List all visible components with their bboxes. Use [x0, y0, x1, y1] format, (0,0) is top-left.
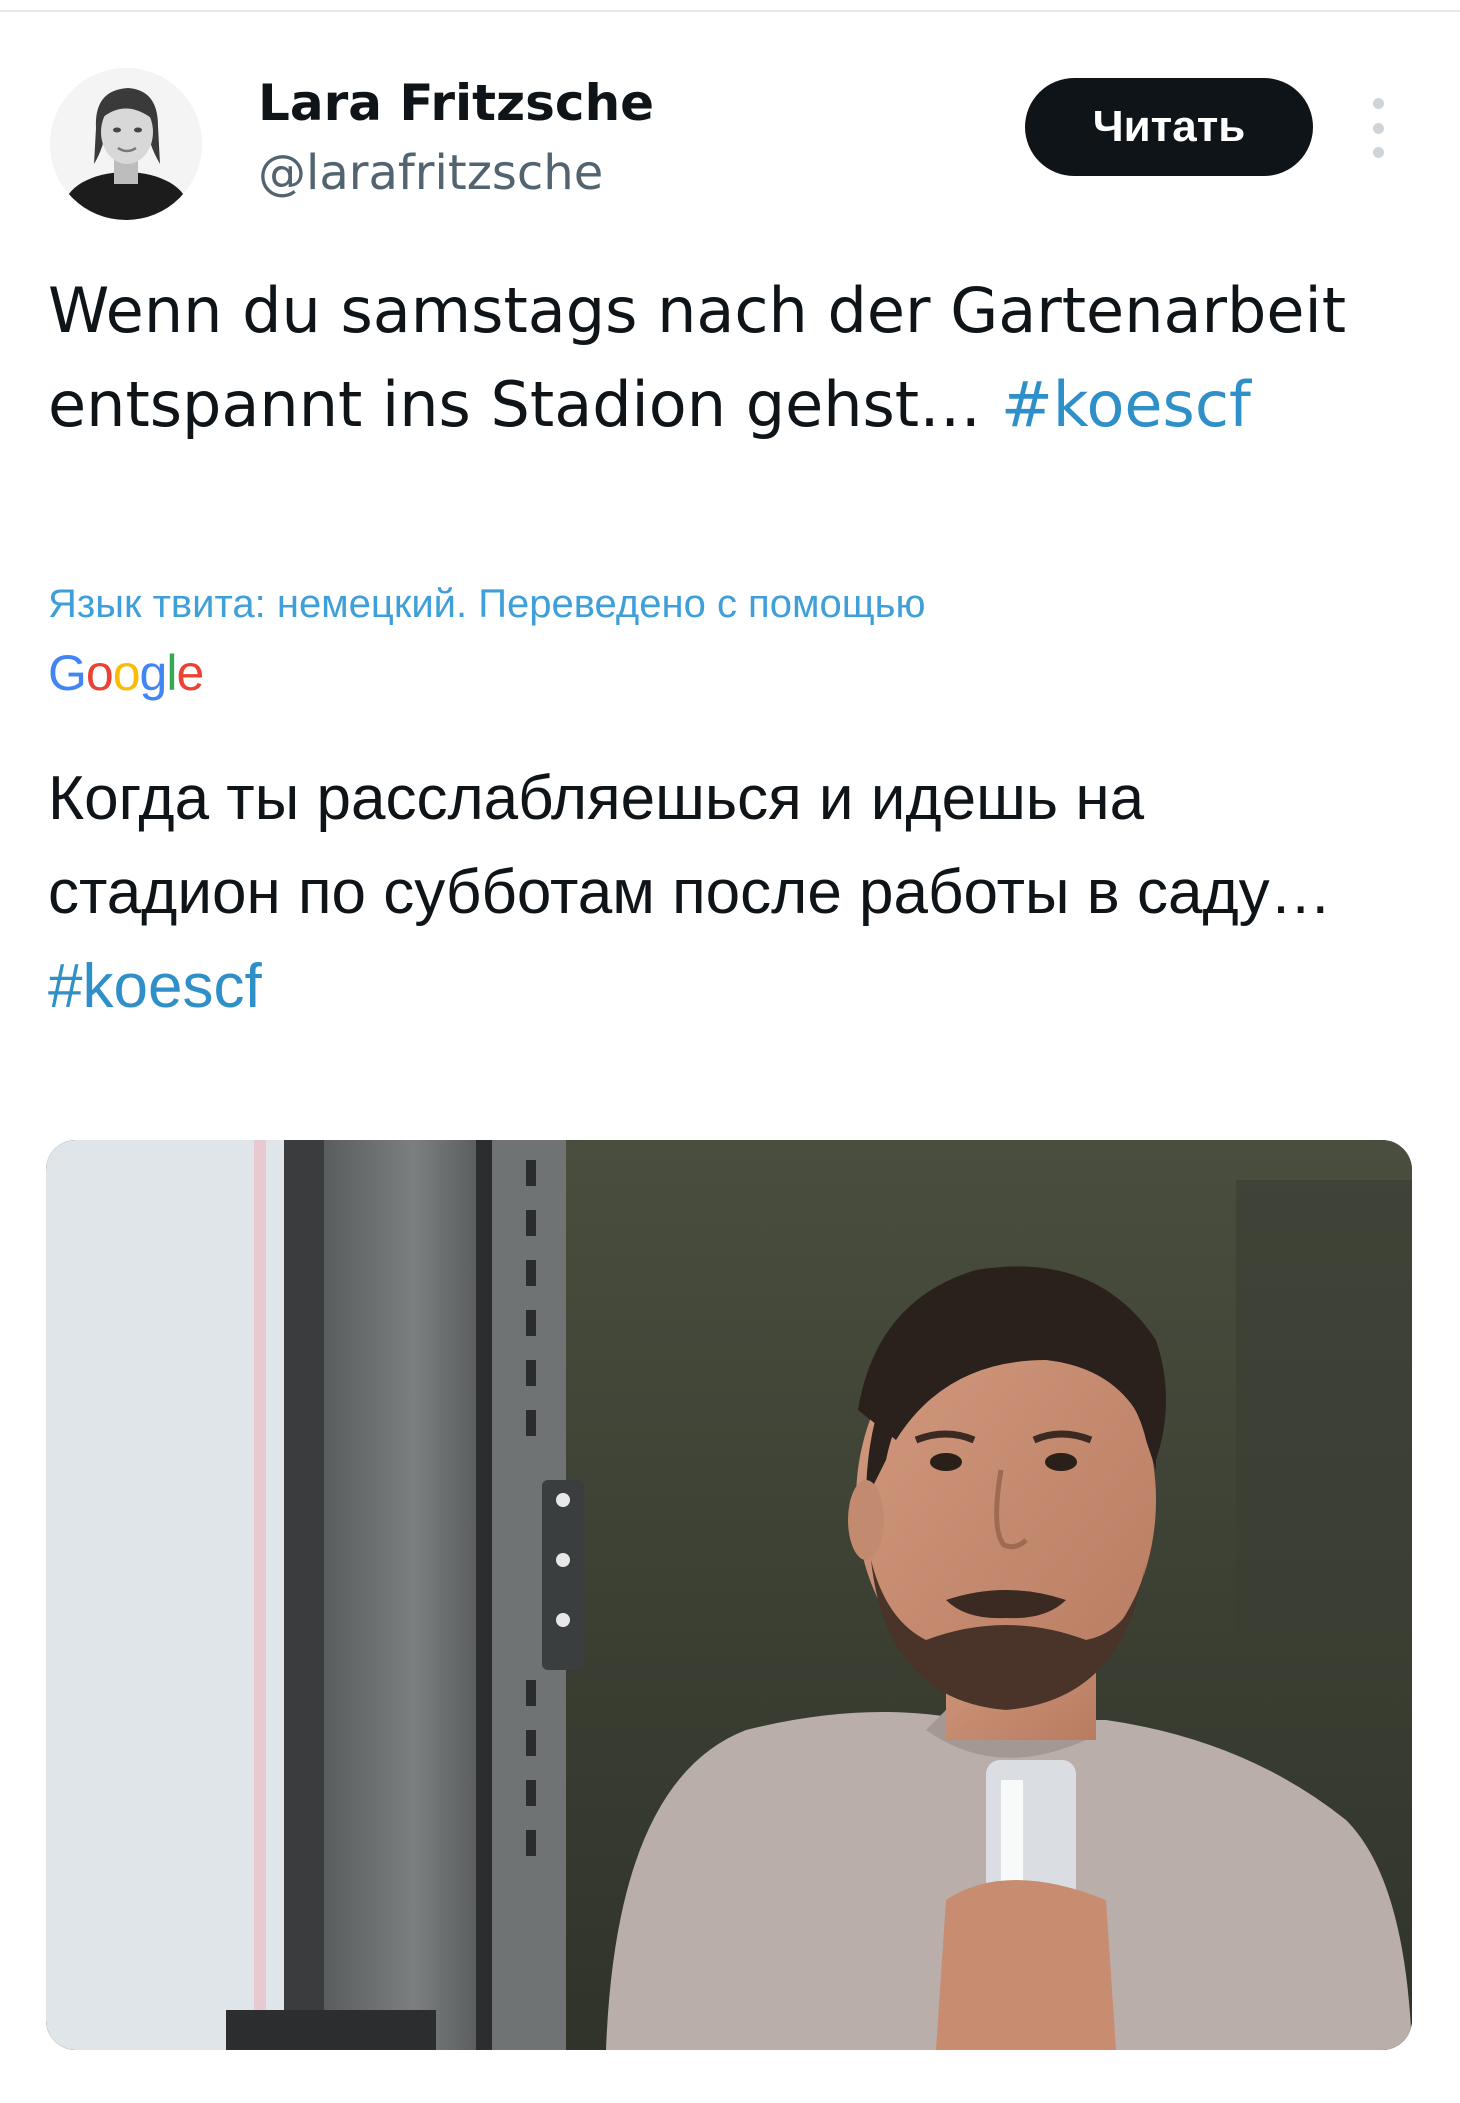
author-handle[interactable]: @larafritzsche — [258, 145, 603, 201]
avatar-photo — [50, 68, 202, 220]
translated-body: Когда ты расслабляешься и идешь на стади… — [48, 764, 1332, 927]
follow-button[interactable]: Читать — [1025, 78, 1313, 176]
tweet-text: Wenn du samstags nach der Gartenarbeit e… — [48, 264, 1388, 452]
author-name[interactable]: Lara Fritzsche — [258, 74, 654, 132]
more-dot — [1372, 122, 1384, 134]
translation-note[interactable]: Язык твита: немецкий. Переведено с помощ… — [48, 582, 1348, 627]
avatar[interactable] — [50, 68, 202, 220]
more-vertical-icon[interactable] — [1358, 98, 1398, 158]
hashtag-link[interactable]: #koescf — [1001, 368, 1251, 441]
translated-text: Когда ты расслабляешься и идешь на стади… — [48, 752, 1388, 1034]
more-dot — [1372, 98, 1384, 109]
more-dot — [1372, 147, 1384, 158]
tweet-photo[interactable] — [46, 1140, 1412, 2050]
google-logo: Google — [48, 645, 204, 701]
translated-hashtag-link[interactable]: #koescf — [48, 952, 262, 1021]
photo-man-in-stadium — [46, 1140, 1412, 2050]
top-divider — [0, 10, 1460, 12]
